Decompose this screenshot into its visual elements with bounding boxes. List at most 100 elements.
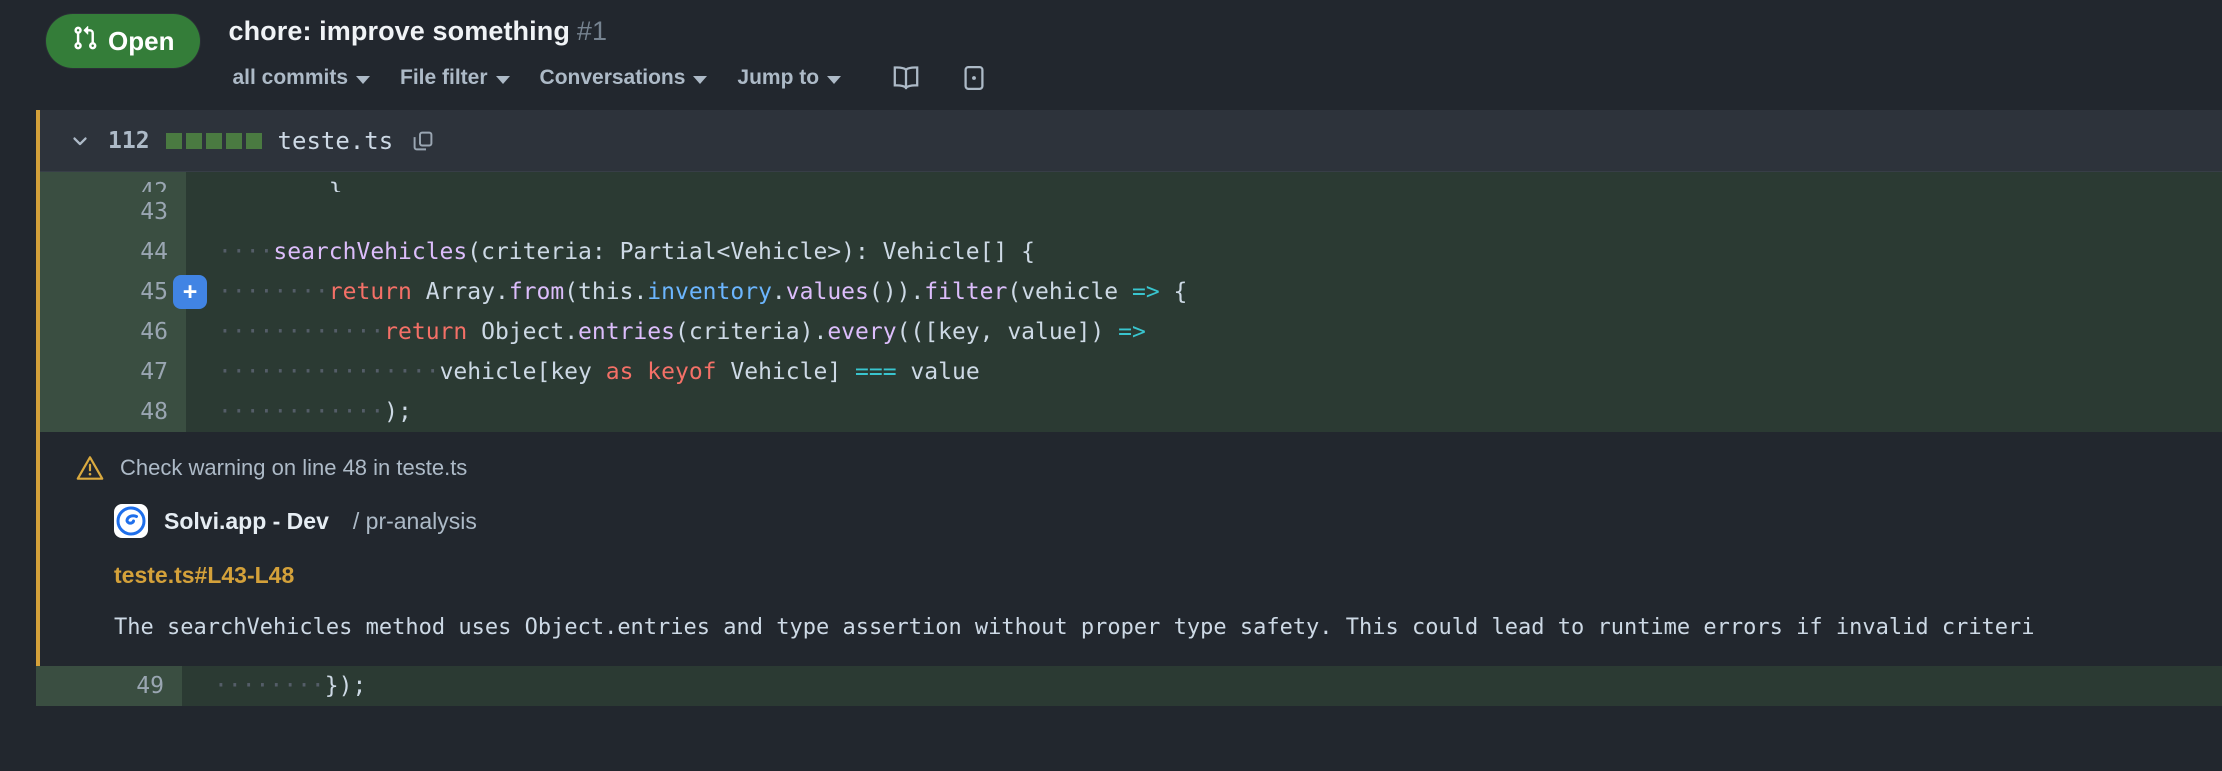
code-token: entries xyxy=(578,319,675,345)
diff-line-number[interactable]: 44 xyxy=(40,232,186,272)
code-token: return xyxy=(328,279,412,305)
annotation-app-row: Solvi.app - Dev / pr-analysis xyxy=(114,504,2222,538)
diff-row[interactable]: 44 ····searchVehicles(criteria: Partial<V… xyxy=(40,232,2222,272)
pr-title-text: chore: improve something xyxy=(228,16,570,46)
diff-code-cell: ················vehicle[key as keyof Veh… xyxy=(186,352,2222,392)
pull-request-icon xyxy=(72,25,98,58)
diffstat-square xyxy=(185,132,202,149)
add-comment-button[interactable]: + xyxy=(173,275,207,309)
diffstat-square xyxy=(225,132,242,149)
code-token: from xyxy=(508,279,565,305)
filter-all-commits[interactable]: all commits xyxy=(232,66,370,90)
diff-code-cell: ············return Object.entries(criter… xyxy=(186,312,2222,352)
chevron-down-icon xyxy=(827,75,842,84)
file-header: 112 teste.ts xyxy=(40,110,2222,172)
annotation-body: The searchVehicles method uses Object.en… xyxy=(114,615,2035,640)
book-icon[interactable] xyxy=(889,61,923,95)
jump-to-label: Jump to xyxy=(737,66,820,89)
code-token: ); xyxy=(384,399,412,425)
code-token: (criteria: Partial<Vehicle>): Vehicle[] … xyxy=(467,239,1035,265)
code-token: as xyxy=(605,359,634,385)
file-name[interactable]: teste.ts xyxy=(278,127,394,155)
pr-number: #1 xyxy=(576,16,608,46)
code-token: ········ xyxy=(214,673,325,699)
chevron-down-icon xyxy=(693,75,708,84)
diff-code-cell: } xyxy=(186,172,2222,205)
diff-line-number[interactable]: 43 xyxy=(40,192,186,232)
code-token: return xyxy=(384,319,468,345)
diff-row[interactable]: 49 ········}); xyxy=(36,666,2222,706)
code-token: Object. xyxy=(467,319,579,345)
diff-code-cell: ····searchVehicles(criteria: Partial<Veh… xyxy=(186,232,2222,272)
annotation-app-context: / pr-analysis xyxy=(352,507,477,534)
filter-file-label: File filter xyxy=(400,66,488,89)
code-token: Vehicle] xyxy=(716,359,856,385)
diff-code-cell xyxy=(186,192,2222,232)
chevron-down-icon xyxy=(356,75,370,84)
jump-to-menu[interactable]: Jump to xyxy=(737,66,842,90)
diff-line-number[interactable]: 48 xyxy=(40,392,186,432)
diff-row[interactable]: 43 xyxy=(40,192,2222,232)
chevron-down-icon xyxy=(495,75,510,84)
diff-tail: 49 ········}); xyxy=(36,666,2222,706)
annotation-file-link[interactable]: teste.ts#L43-L48 xyxy=(114,562,294,589)
code-token: (criteria). xyxy=(674,319,828,345)
copy-icon[interactable] xyxy=(411,129,435,153)
code-token: { xyxy=(1159,279,1188,305)
diff-row[interactable]: 46 ············return Object.entries(crit… xyxy=(40,312,2222,352)
diff-row[interactable]: 48 ············); xyxy=(40,392,2222,432)
diff-line-number[interactable]: 49 xyxy=(36,666,182,706)
annotation-app-name[interactable]: Solvi.app - Dev xyxy=(164,508,329,535)
diff-line-number[interactable]: 47 xyxy=(40,352,186,392)
annotation-headline-row: Check warning on line 48 in teste.ts xyxy=(76,454,2222,482)
code-token: inventory xyxy=(647,279,772,305)
code-token: vehicle[key xyxy=(439,359,606,385)
single-pane-icon[interactable] xyxy=(957,61,991,95)
code-token: Array. xyxy=(411,279,509,305)
annotation-headline: Check warning on line 48 in teste.ts xyxy=(120,455,468,480)
chevron-down-icon[interactable] xyxy=(68,129,92,153)
code-token: ············ xyxy=(218,319,385,345)
code-token: (this. xyxy=(564,279,648,305)
pr-state-label: Open xyxy=(108,25,175,56)
solvi-app-logo-icon xyxy=(114,504,148,538)
diff-code-cell: ········}); xyxy=(182,666,2222,706)
code-token: => xyxy=(1131,279,1160,305)
diff-code-cell: ········return Array.from(this.inventory… xyxy=(186,272,2222,312)
code-token: ········ xyxy=(218,279,329,305)
filter-conversations-label: Conversations xyxy=(539,66,686,89)
file-change-count: 112 xyxy=(108,127,150,154)
check-annotation: Check warning on line 48 in teste.ts Sol… xyxy=(36,432,2222,666)
pr-toolbar: all commits File filter Conversations Ju… xyxy=(228,61,991,95)
code-token: (([key, value]) xyxy=(896,319,1119,345)
code-token: (vehicle xyxy=(1007,279,1132,305)
pr-state-badge[interactable]: Open xyxy=(46,14,201,68)
code-token: }); xyxy=(324,673,367,699)
filter-conversations[interactable]: Conversations xyxy=(540,66,708,90)
code-token: searchVehicles xyxy=(273,239,468,265)
diff-row[interactable]: 45 + ········return Array.from(this.invent… xyxy=(40,272,2222,312)
warning-triangle-icon xyxy=(76,454,104,482)
code-token: ···· xyxy=(218,239,274,265)
code-token: filter xyxy=(924,279,1008,305)
code-token: ············ xyxy=(218,399,385,425)
code-token: ()). xyxy=(868,279,925,305)
diff-line-number[interactable]: 42 xyxy=(40,172,186,205)
code-token: => xyxy=(1118,319,1146,345)
diff-code-cell: ············); xyxy=(186,392,2222,432)
diff-line-number[interactable]: 45 xyxy=(40,272,186,312)
filter-all-commits-label: all commits xyxy=(232,66,348,89)
code-token: . xyxy=(771,279,786,305)
diffstat-square xyxy=(165,132,182,149)
code-token: every xyxy=(827,319,897,345)
code-token: ················ xyxy=(218,359,440,385)
diff-row[interactable]: 47 ················vehicle[key as keyof V… xyxy=(40,352,2222,392)
code-token: value xyxy=(896,359,980,385)
diff-row[interactable]: 42 } xyxy=(40,172,2222,205)
file-diff-block: 112 teste.ts 42 }4344····searchVehicles(… xyxy=(36,110,2222,432)
diff-table: 42 }4344····searchVehicles(criteria: Par… xyxy=(40,172,2222,432)
diff-line-number[interactable]: 46 xyxy=(40,312,186,352)
pr-header: Open chore: improve something #1 all comm… xyxy=(0,0,2222,110)
filter-file[interactable]: File filter xyxy=(400,66,510,90)
